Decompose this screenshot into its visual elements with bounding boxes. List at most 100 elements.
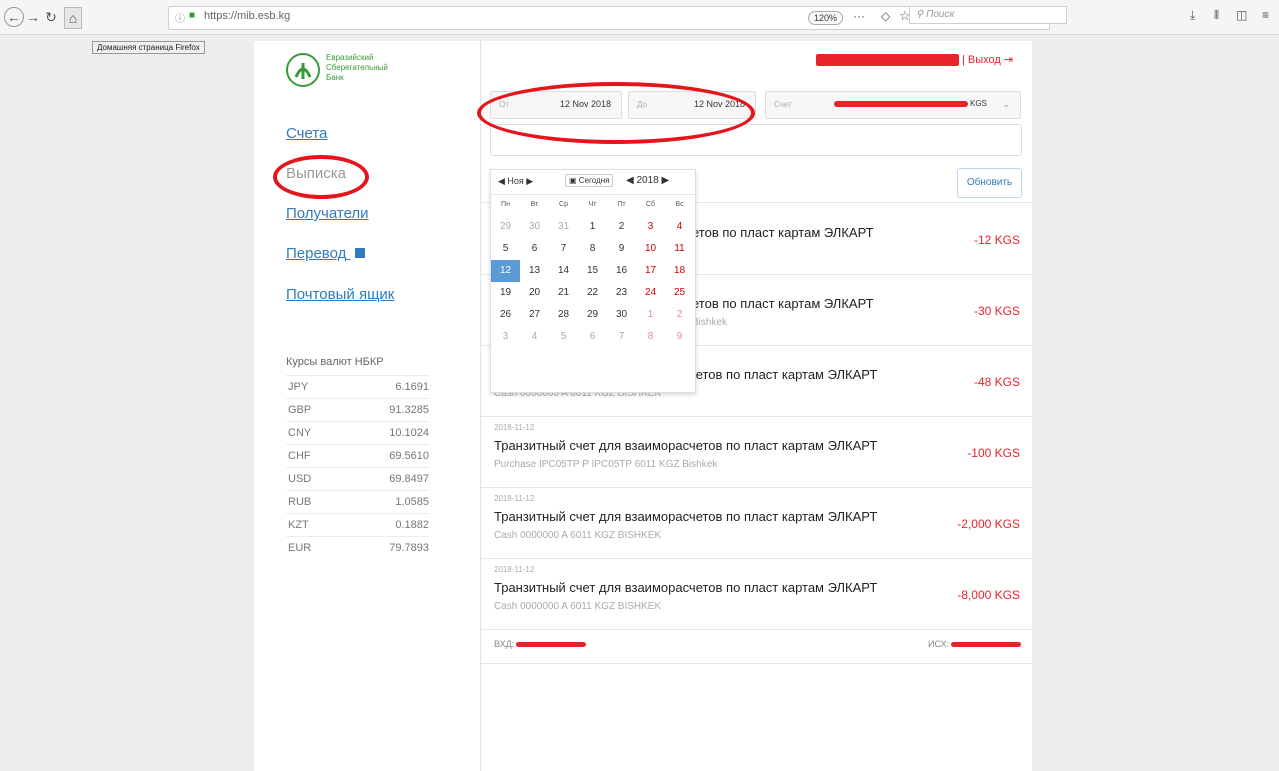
reload-icon[interactable]: ↻ [44,7,58,27]
rate-row: CNY 10.1024 [286,421,429,444]
rate-code: KZT [288,519,309,531]
calendar-day[interactable]: 31 [549,216,578,238]
date-to-field[interactable]: До 12 Nov 2018 [628,91,756,119]
transaction-title: етов по пласт картам ЭЛКАРТ [692,225,874,240]
sidebar-item-transfer[interactable]: Перевод [286,245,365,262]
calendar-day[interactable]: 30 [607,304,636,326]
transaction-row[interactable]: 2018-11-12 Транзитный счет для взаиморасч… [480,416,1032,488]
sidebar-item-recipients[interactable]: Получатели [286,205,369,222]
download-icon[interactable]: ⤓ [1190,8,1195,23]
rate-value: 69.8497 [389,473,429,485]
rate-row: GBP 91.3285 [286,398,429,421]
calendar-day[interactable]: 13 [520,260,549,282]
rate-code: JPY [288,381,309,393]
calendar-day[interactable]: 4 [665,216,694,238]
transaction-description: Cash 0000000 A 6011 KGZ BISHKEK [494,530,662,541]
calendar-day[interactable]: 17 [636,260,665,282]
sidebar-item-statement[interactable]: Выписка [286,165,346,182]
forward-arrow-icon[interactable]: → [26,7,40,27]
outgoing-redacted [950,642,1021,648]
account-select[interactable]: Счет KGS ⌄ [765,91,1021,119]
calendar-day[interactable]: 7 [607,326,636,348]
calendar-day[interactable]: 30 [520,216,549,238]
calendar-day[interactable]: 7 [549,238,578,260]
calendar-day[interactable]: 22 [578,282,607,304]
rate-value: 6.1691 [395,381,429,393]
date-from-field[interactable]: От 12 Nov 2018 [490,91,622,119]
year-selector[interactable]: ◀ 2018 ▶ [626,175,669,186]
zoom-badge[interactable]: 120% [808,11,844,25]
weekday-label: Пт [617,201,626,208]
calendar-day[interactable]: 25 [665,282,694,304]
search-input[interactable]: ⚲ Поиск [909,6,1067,24]
menu-icon[interactable]: ≡ [1262,8,1269,22]
calendar-day[interactable]: 23 [607,282,636,304]
transaction-amount: -8,000 KGS [957,588,1020,602]
logout-button[interactable]: | Выход ⇥ [962,53,1013,66]
account-number-redacted [834,101,968,107]
calendar-day[interactable]: 27 [520,304,549,326]
home-icon[interactable]: ⌂ [64,7,82,29]
calendar-day[interactable]: 1 [636,304,665,326]
calendar-day[interactable]: 2 [665,304,694,326]
rate-row: EUR 79.7893 [286,536,429,559]
page-actions-icon[interactable]: ··· [853,9,865,23]
transaction-title: етов по пласт картам ЭЛКАРТ [692,296,874,311]
refresh-button[interactable]: Обновить [957,168,1022,198]
library-icon[interactable]: ⫴ [1214,8,1219,23]
calendar-day[interactable]: 21 [549,282,578,304]
search-field[interactable] [490,124,1022,156]
sidebar-item-mailbox[interactable]: Почтовый ящик [286,286,394,303]
calendar-day[interactable]: 29 [491,216,520,238]
sidebar-icon[interactable]: ◫ [1236,8,1247,22]
calendar-day[interactable]: 10 [636,238,665,260]
transaction-date: 2018-11-12 [494,494,535,503]
month-selector[interactable]: ◀ Ноя ▶ [498,176,533,187]
calendar-day[interactable]: 19 [491,282,520,304]
calendar-day[interactable]: 8 [636,326,665,348]
calendar-day[interactable]: 9 [665,326,694,348]
transaction-row[interactable]: 2018-11-12 Транзитный счет для взаиморасч… [480,558,1032,630]
calendar-day[interactable]: 26 [491,304,520,326]
weekday-label: Вт [530,201,539,208]
calendar-day[interactable]: 6 [520,238,549,260]
url-text[interactable]: https://mib.esb.kg [204,10,290,22]
calendar-day[interactable]: 18 [665,260,694,282]
date-picker-popup[interactable]: ◀ Ноя ▶ ▣ Сегодня ◀ 2018 ▶ Пн Вт Ср Чт Пт Сб В… [490,169,696,393]
calendar-day[interactable]: 14 [549,260,578,282]
date-to-value: 12 Nov 2018 [693,99,745,109]
rate-row: KZT 0.1882 [286,513,429,536]
calendar-day[interactable]: 11 [665,238,694,260]
calendar-day[interactable]: 24 [636,282,665,304]
date-from-label: От [499,100,509,109]
calendar-day[interactable]: 6 [578,326,607,348]
calendar-day[interactable]: 16 [607,260,636,282]
logo-emblem-icon [286,53,320,87]
rate-row: RUB 1.0585 [286,490,429,513]
pocket-icon[interactable]: ◇ [881,9,890,23]
calendar-day[interactable]: 5 [491,238,520,260]
calendar-day[interactable]: 9 [607,238,636,260]
sidebar-item-accounts[interactable]: Счета [286,125,327,142]
transaction-title: Транзитный счет для взаиморасчетов по пл… [494,580,878,595]
today-button[interactable]: ▣ Сегодня [565,174,614,187]
calendar-day[interactable]: 12 [491,260,520,282]
logo-text: Евразийский Сберегательный Банк [326,53,406,83]
calendar-day[interactable]: 3 [636,216,665,238]
calendar-day[interactable]: 29 [578,304,607,326]
rate-value: 91.3285 [389,404,429,416]
transaction-row[interactable]: 2018-11-12 Транзитный счет для взаиморасч… [480,487,1032,559]
calendar-day[interactable]: 5 [549,326,578,348]
info-icon[interactable]: ⓘ [175,10,185,25]
calendar-day[interactable]: 4 [520,326,549,348]
calendar-day[interactable]: 8 [578,238,607,260]
calendar-day[interactable]: 20 [520,282,549,304]
calendar-day[interactable]: 2 [607,216,636,238]
calendar-day[interactable]: 15 [578,260,607,282]
calendar-day[interactable]: 3 [491,326,520,348]
calendar-day[interactable]: 28 [549,304,578,326]
back-arrow-icon[interactable]: ← [4,7,24,27]
calendar-day[interactable]: 1 [578,216,607,238]
transaction-amount: -12 KGS [973,233,1020,247]
transaction-date: 2018-11-12 [494,423,535,432]
